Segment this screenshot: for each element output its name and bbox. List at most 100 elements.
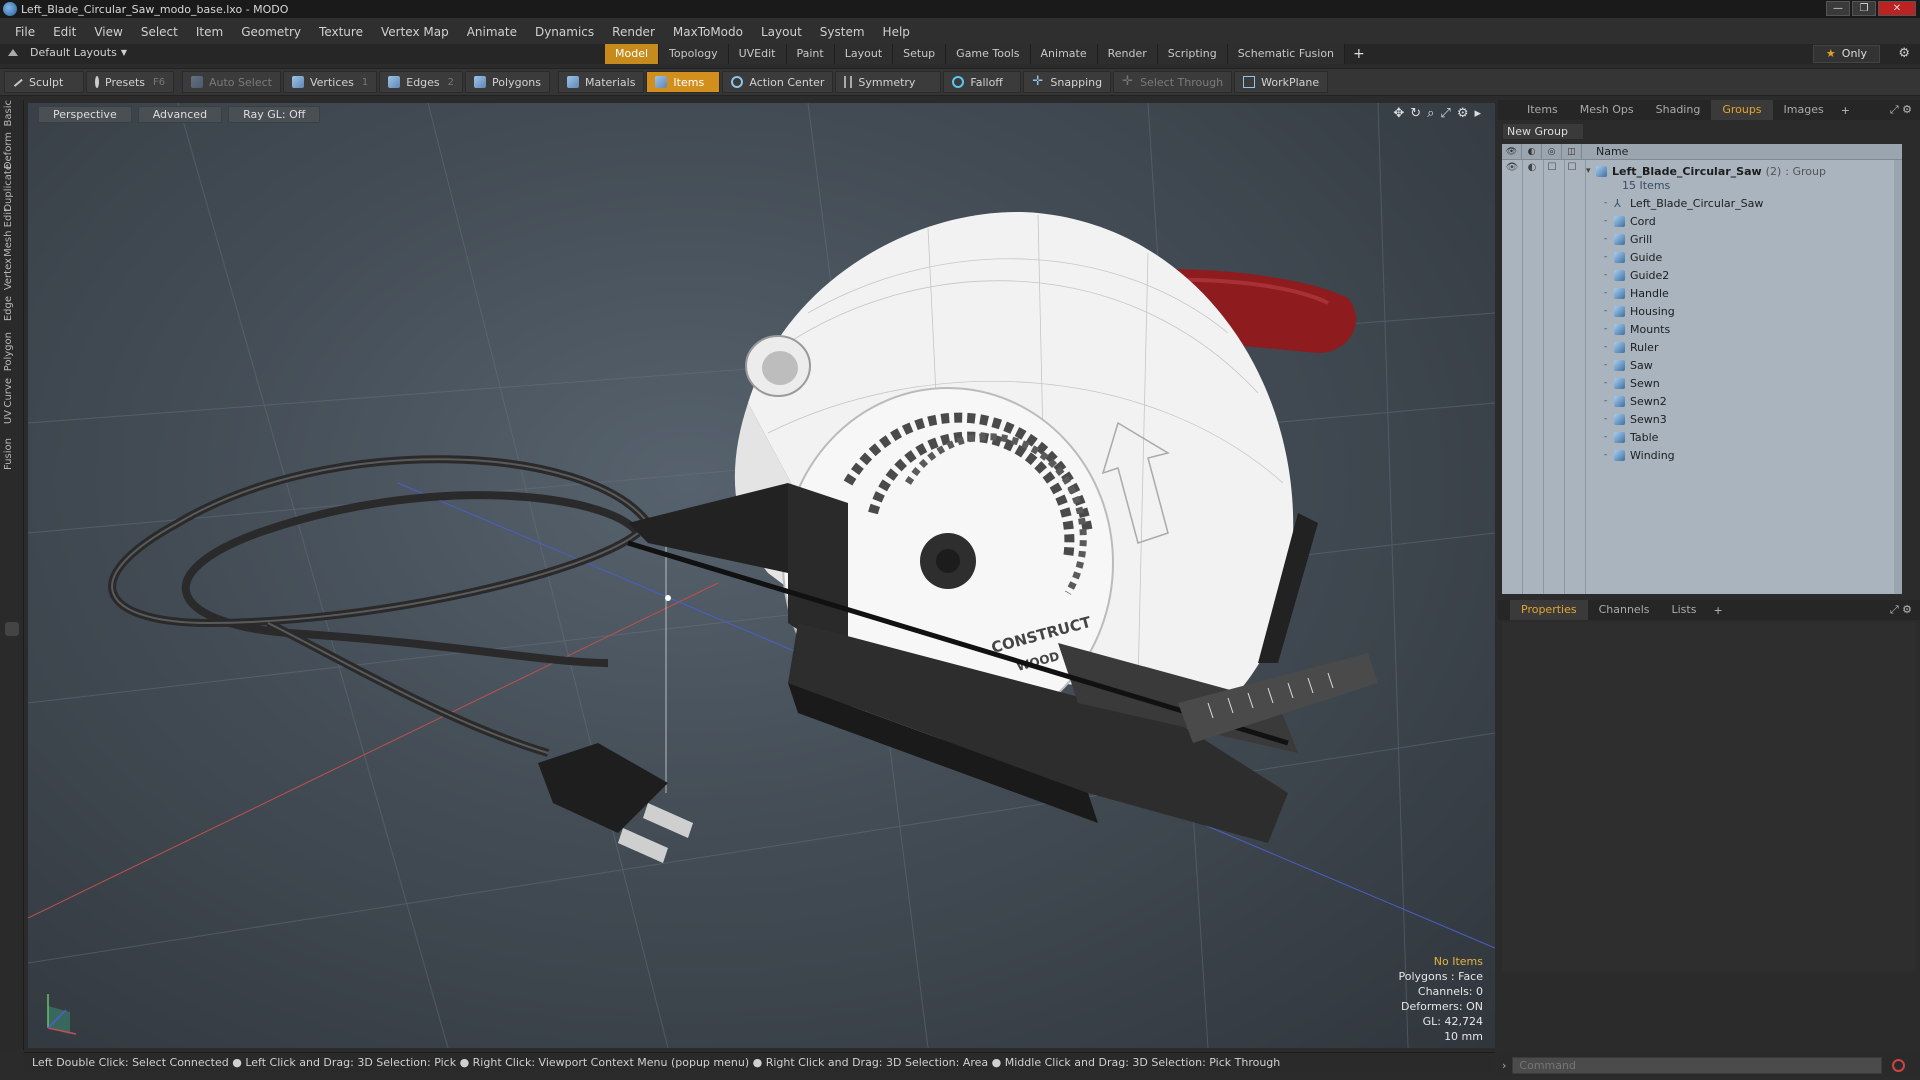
tab-setup[interactable]: Setup: [893, 44, 947, 64]
list-item[interactable]: - Sewn3: [1502, 410, 1902, 428]
left-tab-fusion[interactable]: Fusion: [3, 438, 21, 470]
tab-uvedit[interactable]: UVEdit: [728, 44, 787, 64]
minimize-icon[interactable]: —: [1826, 1, 1850, 16]
select-through-button[interactable]: ✛ Select Through: [1113, 71, 1233, 93]
move-view-icon[interactable]: ✥: [1393, 106, 1404, 121]
props-tab-properties[interactable]: Properties: [1510, 600, 1588, 620]
expand-icon[interactable]: [5, 622, 19, 636]
expand-toggle-icon[interactable]: ▾: [1586, 166, 1596, 176]
left-tab-edge[interactable]: Edge: [3, 296, 21, 321]
tab-paint[interactable]: Paint: [786, 44, 835, 64]
props-tab-lists[interactable]: Lists: [1661, 600, 1708, 620]
menu-dynamics[interactable]: Dynamics: [526, 25, 603, 39]
panel-tab-mesh-ops[interactable]: Mesh Ops: [1569, 100, 1645, 120]
panel-tab-shading[interactable]: Shading: [1645, 100, 1712, 120]
select-col-icon[interactable]: ◫: [1562, 143, 1582, 160]
tab-animate[interactable]: Animate: [1030, 44, 1098, 64]
menu-select[interactable]: Select: [132, 25, 187, 39]
list-item[interactable]: - Saw: [1502, 356, 1902, 374]
add-tab-icon[interactable]: +: [1345, 44, 1373, 64]
gear-icon[interactable]: ⚙: [1898, 46, 1910, 61]
left-tab-curve[interactable]: Curve: [3, 378, 21, 408]
list-item[interactable]: - Mounts: [1502, 320, 1902, 338]
list-item[interactable]: - Winding: [1502, 446, 1902, 464]
list-item[interactable]: - Housing: [1502, 302, 1902, 320]
menu-system[interactable]: System: [811, 25, 874, 39]
properties-expand-icon[interactable]: ⤢ ⚙: [1890, 603, 1912, 617]
sculpt-button[interactable]: Sculpt: [4, 71, 84, 93]
maximize-icon[interactable]: ❐: [1852, 1, 1876, 16]
list-item[interactable]: - ⅄ Left_Blade_Circular_Saw: [1502, 194, 1902, 212]
polygons-button[interactable]: Polygons: [465, 71, 550, 93]
groups-list[interactable]: 👁 ◐ ◎ ◫ Name 👁 ◐ ☐ ☐ ▾ Left_Blade_Circular_Sa…: [1502, 143, 1902, 594]
tab-layout[interactable]: Layout: [834, 44, 894, 64]
collapse-up-icon[interactable]: [8, 49, 18, 56]
left-tab-mesh-edit[interactable]: Mesh Edit: [3, 208, 21, 257]
menu-geometry[interactable]: Geometry: [232, 25, 310, 39]
tab-schematic-fusion[interactable]: Schematic Fusion: [1227, 44, 1346, 64]
tab-scripting[interactable]: Scripting: [1157, 44, 1228, 64]
list-item[interactable]: - Sewn: [1502, 374, 1902, 392]
panel-tab-groups[interactable]: Groups: [1711, 100, 1773, 120]
fit-view-icon[interactable]: ⤢: [1440, 106, 1450, 121]
edges-button[interactable]: Edges 2: [379, 71, 464, 93]
list-item[interactable]: - Table: [1502, 428, 1902, 446]
menu-edit[interactable]: Edit: [44, 25, 85, 39]
props-tab-channels[interactable]: Channels: [1588, 600, 1661, 620]
vertices-button[interactable]: Vertices 1: [282, 71, 378, 93]
workplane-button[interactable]: WorkPlane: [1234, 71, 1329, 93]
auto-select-button[interactable]: Auto Select: [182, 71, 281, 93]
presets-button[interactable]: Presets F6: [86, 71, 174, 93]
stop-icon[interactable]: [1892, 1058, 1906, 1072]
zoom-view-icon[interactable]: ⌕: [1427, 106, 1434, 121]
left-tab-duplicate[interactable]: Duplicate: [3, 164, 21, 212]
list-item[interactable]: - Cord: [1502, 212, 1902, 230]
list-item[interactable]: - Handle: [1502, 284, 1902, 302]
tab-render[interactable]: Render: [1097, 44, 1158, 64]
rotate-view-icon[interactable]: ↻: [1410, 106, 1421, 121]
list-item[interactable]: - Grill: [1502, 230, 1902, 248]
falloff-button[interactable]: Falloff: [943, 71, 1022, 93]
menu-render[interactable]: Render: [603, 25, 664, 39]
list-item[interactable]: - Sewn2: [1502, 392, 1902, 410]
add-props-tab-icon[interactable]: +: [1707, 604, 1728, 617]
menu-item[interactable]: Item: [187, 25, 232, 39]
new-group-button[interactable]: New Group: [1502, 123, 1584, 140]
tab-model[interactable]: Model: [605, 44, 660, 64]
menu-texture[interactable]: Texture: [310, 25, 372, 39]
raygl-button[interactable]: Ray GL: Off: [228, 106, 321, 123]
panel-tab-images[interactable]: Images: [1773, 100, 1835, 120]
panel-tab-items[interactable]: Items: [1516, 100, 1569, 120]
groups-scrollbar[interactable]: [1894, 160, 1902, 594]
viewport-menu-icon[interactable]: ▸: [1474, 106, 1481, 121]
materials-button[interactable]: Materials: [558, 71, 645, 93]
viewport-settings-icon[interactable]: ⚙: [1457, 106, 1469, 121]
menu-help[interactable]: Help: [874, 25, 919, 39]
menu-layout[interactable]: Layout: [752, 25, 811, 39]
menu-file[interactable]: File: [6, 25, 44, 39]
add-panel-tab-icon[interactable]: +: [1835, 104, 1856, 117]
menu-animate[interactable]: Animate: [458, 25, 526, 39]
menu-vertex-map[interactable]: Vertex Map: [372, 25, 458, 39]
render-col-icon[interactable]: ◐: [1522, 143, 1542, 160]
visibility-col-icon[interactable]: 👁: [1502, 143, 1522, 160]
view-mode-button[interactable]: Perspective: [38, 106, 132, 123]
tab-topology[interactable]: Topology: [659, 44, 729, 64]
left-tab-polygon[interactable]: Polygon: [3, 332, 21, 371]
3d-viewport[interactable]: CONSTRUCT WOOD Perspective Advanced Ray …: [28, 103, 1495, 1048]
list-item[interactable]: - Guide: [1502, 248, 1902, 266]
menu-maxtomodo[interactable]: MaxToModo: [664, 25, 752, 39]
items-button[interactable]: Items: [646, 71, 721, 93]
symmetry-button[interactable]: Symmetry: [835, 71, 942, 93]
lock-col-icon[interactable]: ◎: [1542, 143, 1562, 160]
list-item[interactable]: - Ruler: [1502, 338, 1902, 356]
list-item[interactable]: - Guide2: [1502, 266, 1902, 284]
left-tab-vertex[interactable]: Vertex: [3, 258, 21, 290]
action-center-button[interactable]: Action Center: [722, 71, 834, 93]
left-tab-basic[interactable]: Basic: [3, 100, 21, 126]
close-icon[interactable]: ✕: [1878, 1, 1916, 16]
layouts-dropdown[interactable]: Default Layouts ▼: [8, 46, 127, 59]
only-button[interactable]: ★ Only: [1812, 45, 1880, 63]
snapping-button[interactable]: ✛ Snapping: [1023, 71, 1112, 93]
command-input[interactable]: [1512, 1056, 1883, 1074]
